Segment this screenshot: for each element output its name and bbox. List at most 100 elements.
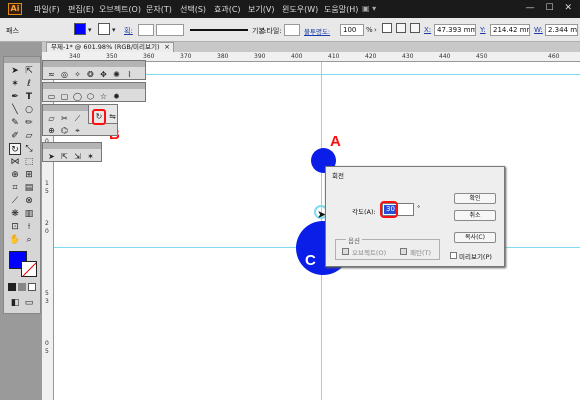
- menu-edit[interactable]: 편집(E): [68, 4, 94, 15]
- flare-tool-icon[interactable]: ✹: [111, 91, 122, 102]
- reflect-tool-icon[interactable]: ⇋: [107, 111, 118, 122]
- blend-tool-icon[interactable]: ⊗: [23, 195, 35, 207]
- column-graph-tool-icon[interactable]: ▥: [23, 208, 35, 220]
- live-paint-selection-icon[interactable]: ⌖: [72, 125, 83, 136]
- pencil-tool-icon[interactable]: ✏: [23, 117, 35, 129]
- chevron-right-icon[interactable]: ›: [374, 26, 377, 34]
- preview-checkbox[interactable]: [450, 252, 457, 259]
- symbol-sprayer-tool-icon[interactable]: ❋: [9, 208, 21, 220]
- menu-select[interactable]: 선택(S): [180, 4, 206, 15]
- stroke-color-swatch[interactable]: [21, 261, 37, 277]
- warp-tool-icon[interactable]: ≈: [46, 69, 57, 80]
- panel-grip[interactable]: [43, 61, 145, 67]
- rotate-tool-icon[interactable]: ↻: [92, 109, 106, 125]
- ellipse-tool-icon[interactable]: ◯: [72, 91, 83, 102]
- polygon-tool-icon[interactable]: ⬡: [85, 91, 96, 102]
- rotate-tool-icon[interactable]: ↻: [9, 143, 21, 155]
- menu-window[interactable]: 윈도우(W): [282, 4, 318, 15]
- none-mode-icon[interactable]: [28, 283, 36, 291]
- pen-tool-icon[interactable]: ✒: [9, 91, 21, 103]
- menu-object[interactable]: 오브젝트(O): [99, 4, 141, 15]
- gradient-tool-icon[interactable]: ▤: [23, 182, 35, 194]
- bloat-tool-icon[interactable]: ❂: [85, 69, 96, 80]
- menu-view[interactable]: 보기(V): [248, 4, 274, 15]
- paintbrush-tool-icon[interactable]: ✎: [9, 117, 21, 129]
- panel-grip[interactable]: [43, 143, 101, 149]
- width-tool-icon[interactable]: ⋈: [9, 156, 21, 168]
- hand-tool-icon[interactable]: ✋: [9, 234, 21, 246]
- rounded-rectangle-tool-icon[interactable]: ▢: [59, 91, 70, 102]
- crystallize-tool-icon[interactable]: ✺: [111, 69, 122, 80]
- cancel-button[interactable]: 취소: [454, 210, 496, 221]
- menu-file[interactable]: 파일(F): [34, 4, 60, 15]
- line-tool-icon[interactable]: ╲: [9, 104, 21, 116]
- selection-tool-icon[interactable]: ➤: [46, 151, 57, 162]
- ok-button[interactable]: 확인: [454, 193, 496, 204]
- opacity-label[interactable]: 불투명도:: [304, 26, 330, 36]
- menu-type[interactable]: 문자(T): [146, 4, 172, 15]
- lasso-tool-icon[interactable]: ℓ: [23, 78, 35, 90]
- wrinkle-tool-icon[interactable]: ⌇: [124, 69, 135, 80]
- slice-tool-icon[interactable]: ⟊: [23, 221, 35, 233]
- magic-wand-tool-icon[interactable]: ✶: [9, 78, 21, 90]
- fill-swatch[interactable]: [74, 23, 86, 35]
- copy-button[interactable]: 복사(C): [454, 232, 496, 243]
- stroke-label[interactable]: 획:: [124, 26, 133, 36]
- stroke-weight-field[interactable]: [138, 24, 154, 36]
- rectangle-tool-icon[interactable]: ▭: [46, 91, 57, 102]
- x-field[interactable]: 47.393 mm: [434, 24, 476, 36]
- artboard-tool-icon[interactable]: ⊡: [9, 221, 21, 233]
- y-field[interactable]: 214.42 mm: [490, 24, 530, 36]
- perspective-grid-tool-icon[interactable]: ⊞: [23, 169, 35, 181]
- color-mode-icon[interactable]: [8, 283, 16, 291]
- eyedropper-tool-icon[interactable]: ⟋: [9, 195, 21, 207]
- twirl-tool-icon[interactable]: ◎: [59, 69, 70, 80]
- drawing-mode-icon[interactable]: ◧: [9, 297, 21, 309]
- zoom-tool-icon[interactable]: ⌕: [23, 234, 35, 246]
- panel-grip[interactable]: [4, 57, 40, 63]
- variable-width-dropdown[interactable]: [156, 24, 184, 36]
- align-icon[interactable]: [396, 23, 406, 33]
- type-tool-icon[interactable]: T: [23, 91, 35, 103]
- x-label[interactable]: X:: [424, 26, 431, 34]
- ellipse-tool-icon[interactable]: ○: [23, 104, 35, 116]
- opacity-field[interactable]: 100: [340, 24, 364, 36]
- reference-point-icon[interactable]: [410, 23, 420, 33]
- blob-brush-tool-icon[interactable]: ✐: [9, 130, 21, 142]
- selection-tool-icon[interactable]: ➤: [9, 65, 21, 77]
- close-icon[interactable]: ×: [164, 43, 170, 52]
- shape-builder-tool-icon[interactable]: ⊕: [9, 169, 21, 181]
- menu-effect[interactable]: 효과(C): [214, 4, 241, 15]
- mesh-tool-icon[interactable]: ⌗: [9, 182, 21, 194]
- scallop-tool-icon[interactable]: ✥: [98, 69, 109, 80]
- graphic-style-dropdown[interactable]: [284, 24, 300, 36]
- magic-wand-tool-icon[interactable]: ✶: [85, 151, 96, 162]
- shape-builder-tool-icon[interactable]: ⊕: [46, 125, 57, 136]
- gradient-mode-icon[interactable]: [18, 283, 26, 291]
- w-field[interactable]: 2.344 m: [545, 24, 578, 36]
- recolor-artwork-icon[interactable]: [382, 23, 392, 33]
- scale-tool-icon[interactable]: ⤡: [23, 143, 35, 155]
- w-label[interactable]: W:: [534, 26, 543, 34]
- y-label[interactable]: Y:: [480, 26, 486, 34]
- eraser-tool-icon[interactable]: ▱: [46, 113, 57, 124]
- screen-mode-icon[interactable]: ▭: [23, 297, 35, 309]
- stroke-swatch[interactable]: [98, 23, 110, 35]
- menu-help[interactable]: 도움말(H): [324, 4, 358, 15]
- window-controls[interactable]: — ☐ ✕: [526, 3, 576, 13]
- bridge-icon[interactable]: ▣ ▾: [362, 4, 376, 13]
- chevron-down-icon[interactable]: ▾: [112, 26, 116, 34]
- live-paint-tool-icon[interactable]: ⌬: [59, 125, 70, 136]
- panel-grip[interactable]: [43, 83, 145, 89]
- pucker-tool-icon[interactable]: ✧: [72, 69, 83, 80]
- star-tool-icon[interactable]: ☆: [98, 91, 109, 102]
- direct-selection-tool-icon[interactable]: ⇱: [23, 65, 35, 77]
- knife-tool-icon[interactable]: ⟋: [72, 113, 83, 124]
- free-transform-tool-icon[interactable]: ⬚: [23, 156, 35, 168]
- group-selection-tool-icon[interactable]: ⇲: [72, 151, 83, 162]
- document-tab[interactable]: 무제-1* @ 601.98% (RGB/미리보기) ×: [46, 42, 174, 52]
- objects-checkbox[interactable]: [342, 248, 349, 255]
- eraser-tool-icon[interactable]: ▱: [23, 130, 35, 142]
- direct-selection-tool-icon[interactable]: ⇱: [59, 151, 70, 162]
- chevron-down-icon[interactable]: ▾: [88, 26, 92, 34]
